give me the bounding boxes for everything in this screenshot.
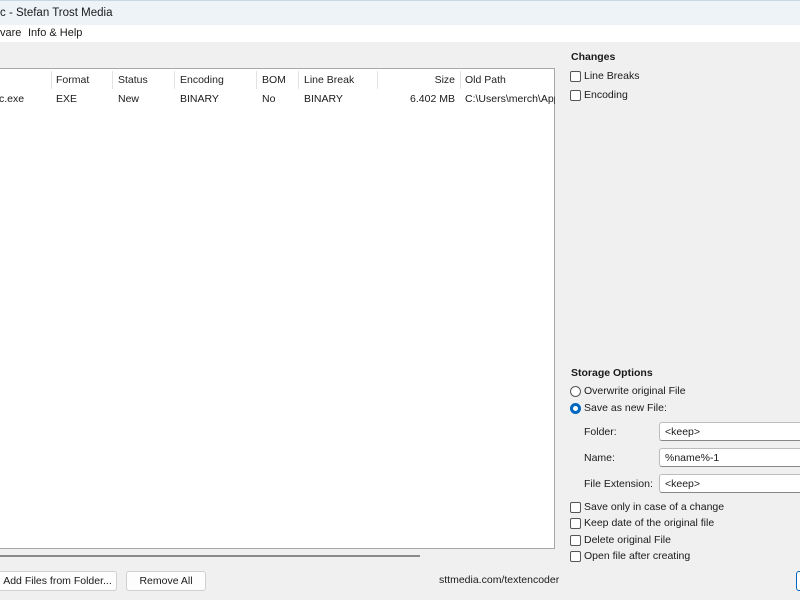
column-format[interactable]: Format [56,74,89,86]
column-status[interactable]: Status [118,74,148,86]
cell-format: EXE [56,93,78,105]
save-only-on-change-checkbox[interactable]: Save only in case of a change [570,501,724,513]
cell-encoding: BINARY [180,93,219,105]
cell-size: 6.402 MB [410,93,455,105]
add-files-from-folder-button[interactable]: Add Files from Folder... [0,571,117,591]
keep-date-checkbox[interactable]: Keep date of the original file [570,517,714,529]
folder-input[interactable]: <keep> [659,422,800,441]
column-size[interactable]: Size [435,74,455,86]
partial-button[interactable] [796,571,800,591]
column-encoding[interactable]: Encoding [180,74,224,86]
storage-options-heading: Storage Options [571,367,653,379]
column-old-path[interactable]: Old Path [465,74,506,86]
window-title: c - Stefan Trost Media [0,7,113,19]
file-extension-label: File Extension: [584,478,653,490]
name-label: Name: [584,452,615,464]
encoding-checkbox[interactable]: Encoding [570,89,628,101]
horizontal-scrollbar[interactable] [0,555,420,557]
changes-heading: Changes [571,51,616,63]
menu-bar: vare Info & Help [0,25,800,42]
name-input[interactable]: %name%-1 [659,448,800,467]
file-list[interactable]: Format Status Encoding BOM Line Break Si… [0,68,555,549]
cell-name: c.exe [0,93,25,105]
open-after-creating-checkbox[interactable]: Open file after creating [570,550,690,562]
cell-status: New [118,93,140,105]
remove-all-button[interactable]: Remove All [126,571,206,591]
line-breaks-checkbox[interactable]: Line Breaks [570,70,639,82]
file-extension-input[interactable]: <keep> [659,474,800,493]
cell-bom: No [262,93,276,105]
title-bar: c - Stefan Trost Media [0,0,800,25]
cell-old-path: C:\Users\merch\App [465,93,555,105]
folder-label: Folder: [584,426,617,438]
delete-original-checkbox[interactable]: Delete original File [570,534,671,546]
menu-info-help[interactable]: Info & Help [28,27,82,39]
column-line-break[interactable]: Line Break [304,74,354,86]
column-bom[interactable]: BOM [262,74,286,86]
overwrite-radio[interactable]: Overwrite original File [570,385,686,397]
cell-line-break: BINARY [304,93,343,105]
menu-software[interactable]: vare [0,27,21,39]
save-as-new-radio[interactable]: Save as new File: [570,402,667,414]
website-link[interactable]: sttmedia.com/textencoder [439,574,559,586]
